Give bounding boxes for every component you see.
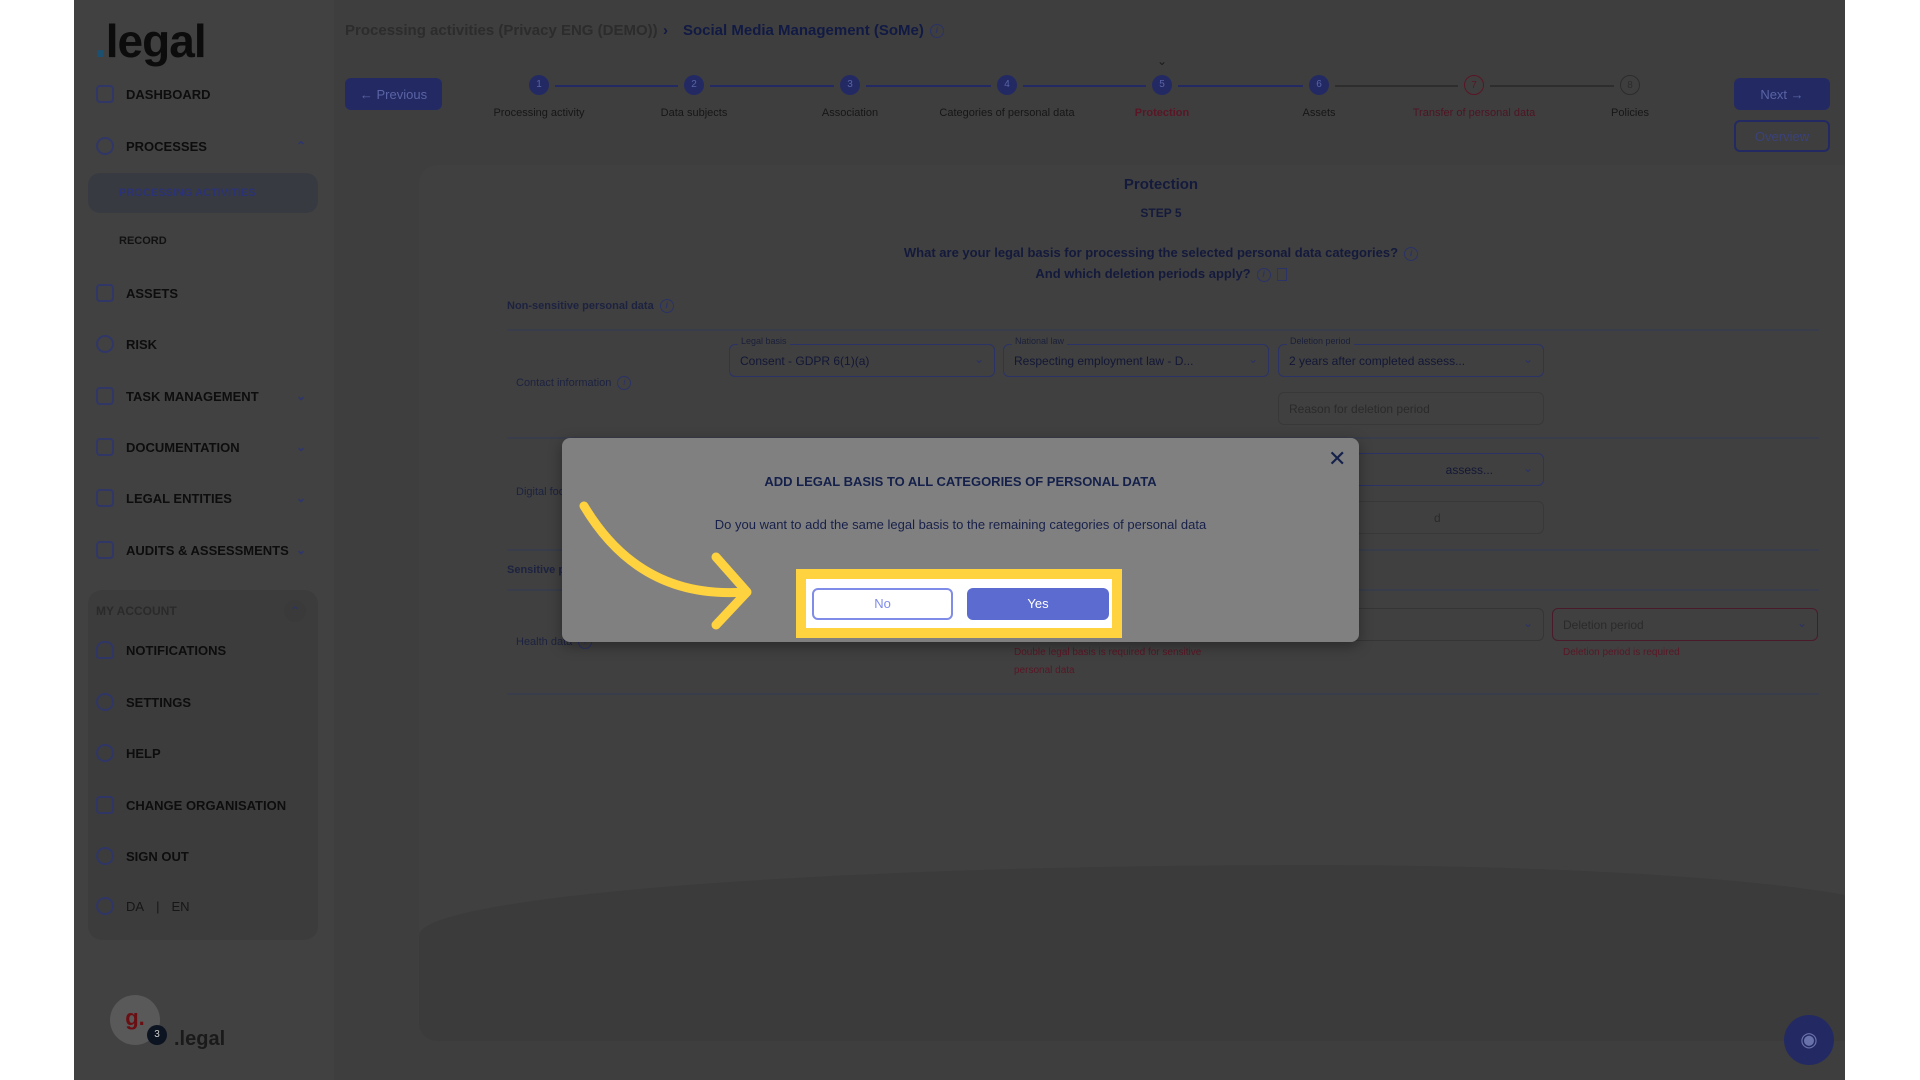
annotation-arrow-icon (579, 501, 752, 630)
